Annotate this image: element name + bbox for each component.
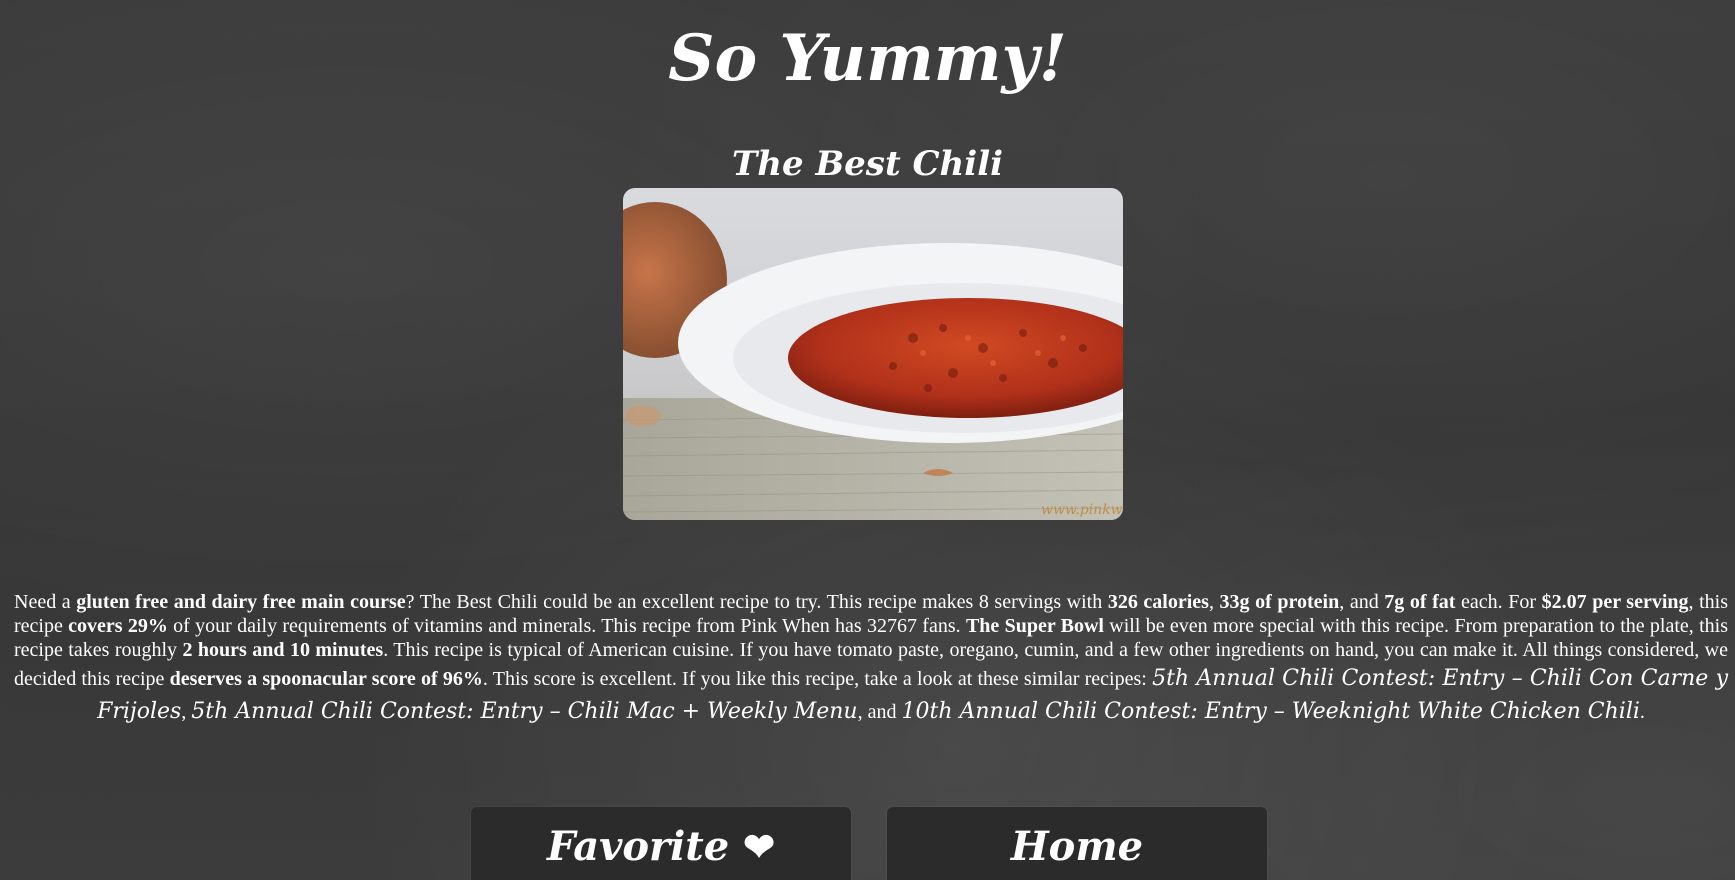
image-watermark: www.pinkwhen.com (1041, 502, 1123, 518)
home-button[interactable]: Home (887, 807, 1267, 880)
recipe-summary: Need a gluten free and dairy free main c… (14, 591, 1729, 724)
recipe-image: www.pinkwhen.com (623, 188, 1123, 520)
favorite-label: Favorite (546, 823, 744, 870)
similar-recipe-link[interactable]: 5th Annual Chili Contest: Entry – Chili … (191, 699, 857, 724)
home-label: Home (1010, 823, 1144, 870)
site-title: So Yummy! (668, 21, 1067, 96)
favorite-button[interactable]: Favorite ❤ (471, 807, 851, 880)
recipe-title: The Best Chili (731, 144, 1004, 184)
similar-recipe-link[interactable]: 10th Annual Chili Contest: Entry – Weekn… (902, 699, 1640, 724)
heart-icon: ❤ (743, 824, 775, 869)
